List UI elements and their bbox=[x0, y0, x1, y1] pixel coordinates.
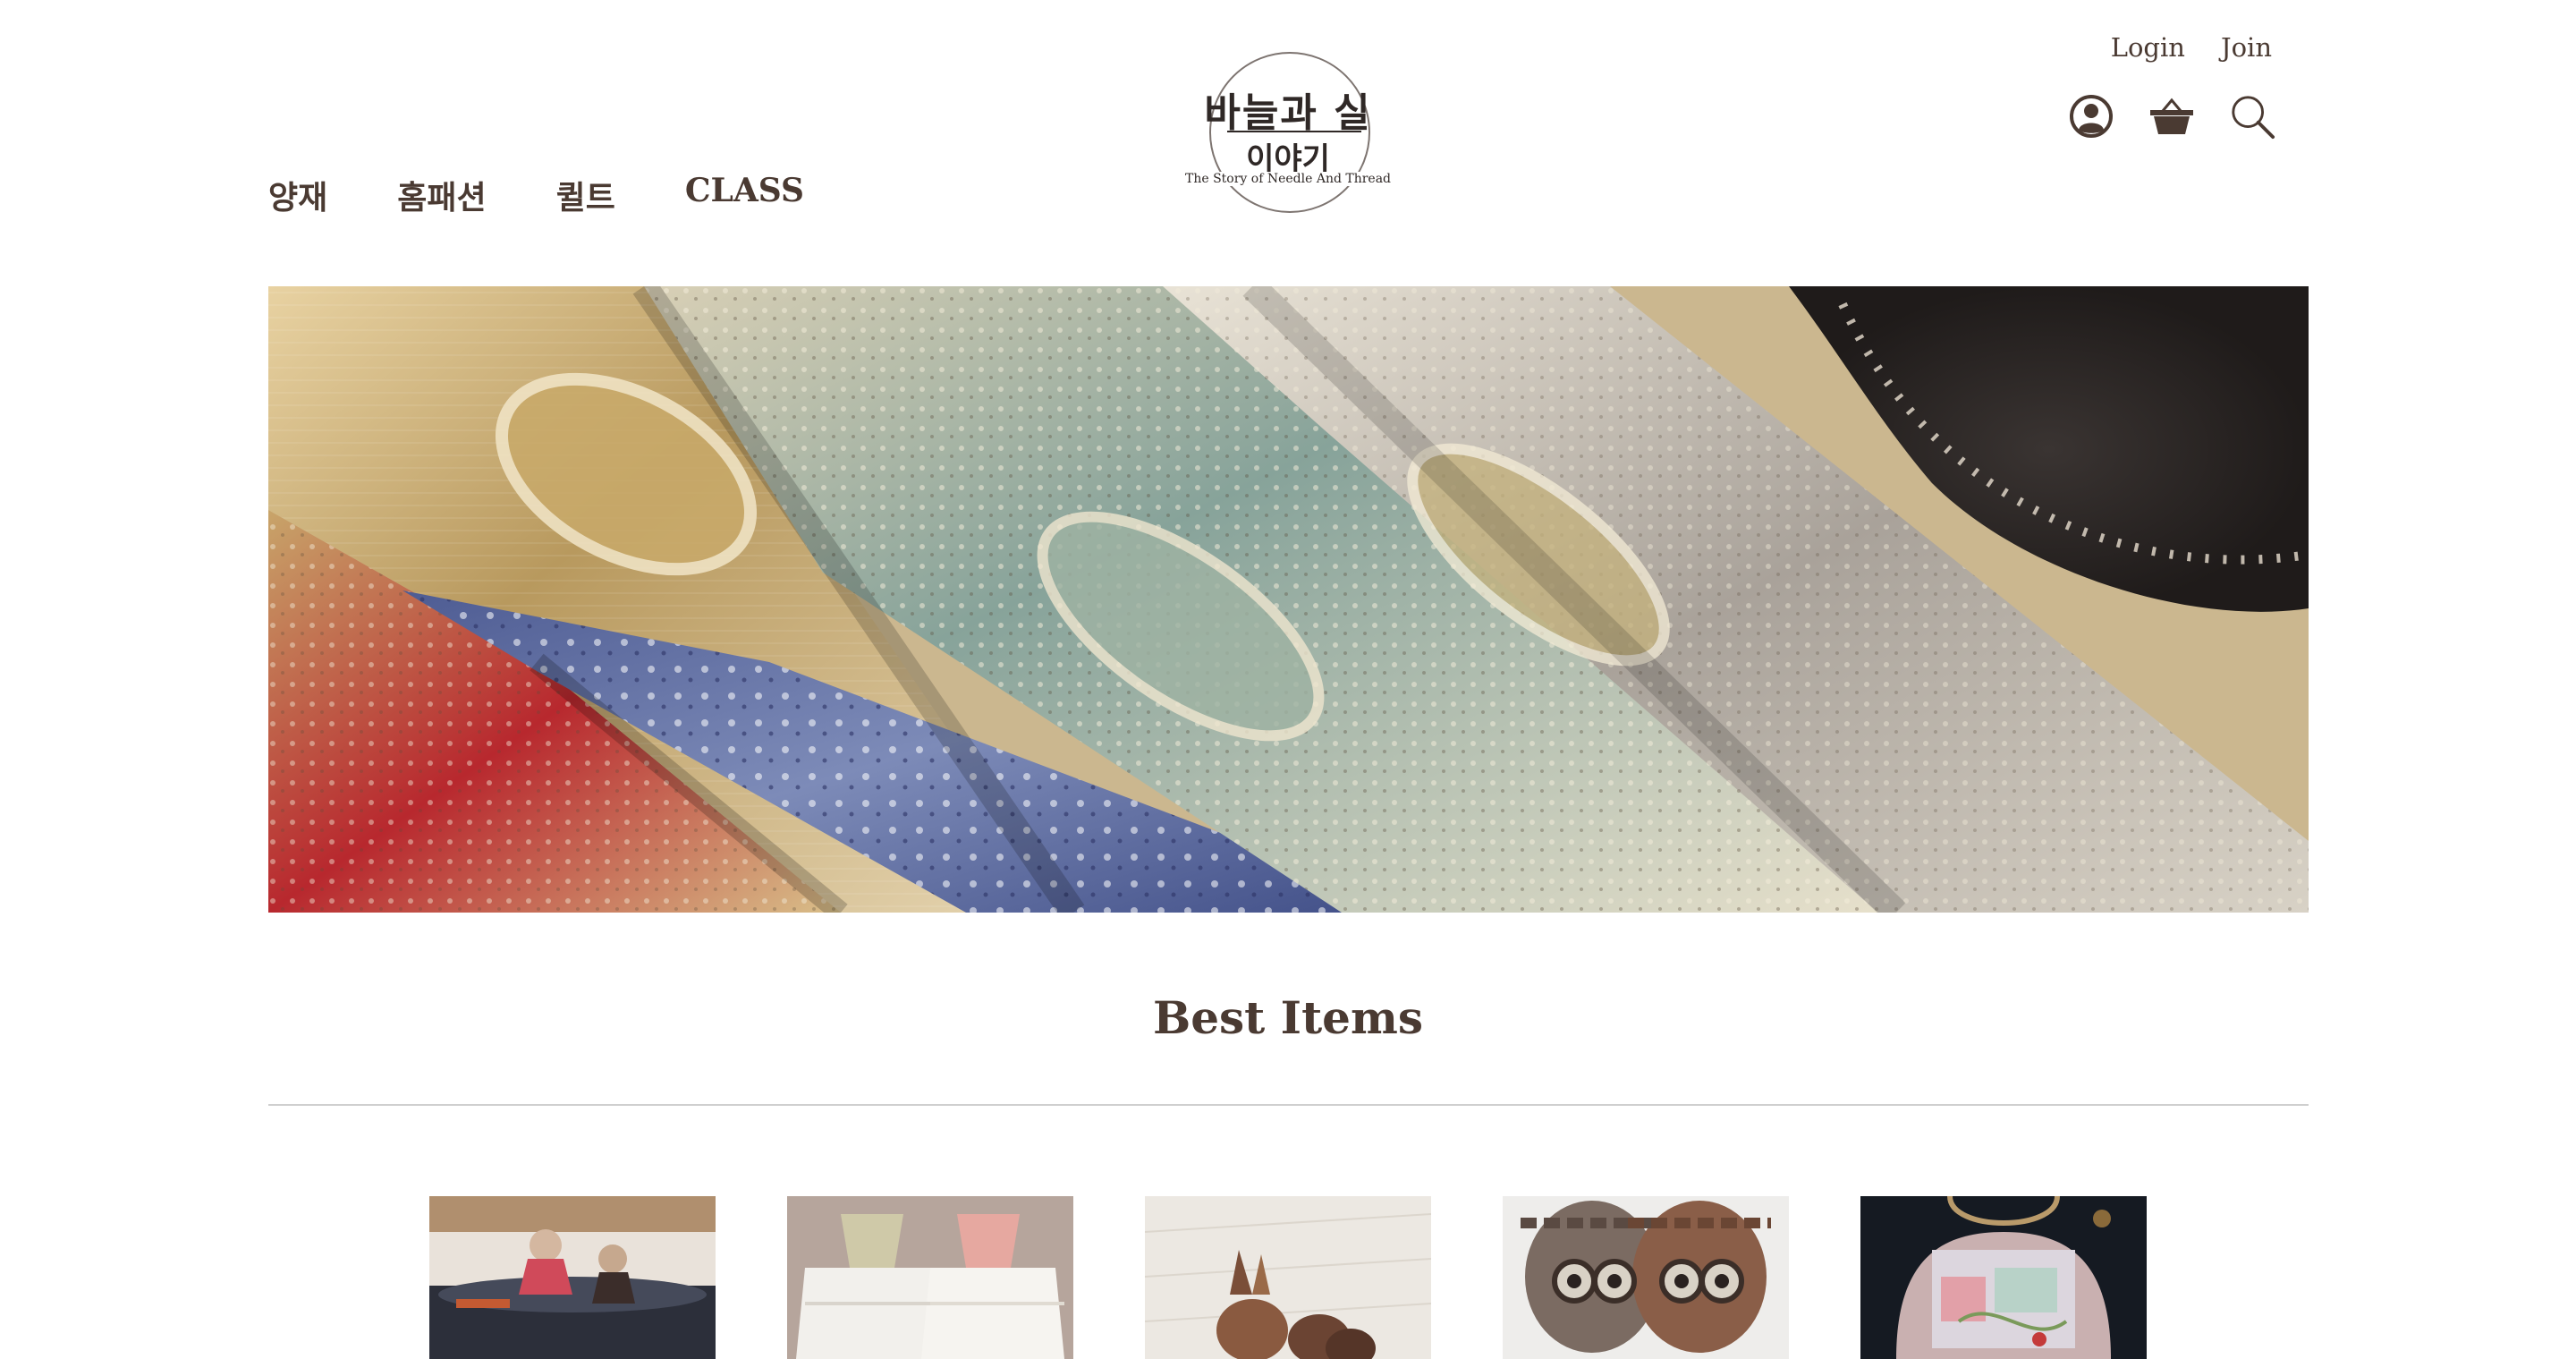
main-nav: 양재 홈패션 퀼트 CLASS bbox=[268, 172, 804, 218]
basket-icon[interactable] bbox=[2148, 93, 2195, 140]
best-items-list bbox=[429, 1196, 2147, 1359]
user-icon[interactable] bbox=[2068, 93, 2114, 140]
site-logo[interactable]: 바늘과 실 이야기 The Story of Needle And Thread bbox=[1181, 48, 1395, 218]
product-thumb-2[interactable] bbox=[787, 1196, 1073, 1359]
best-items-title: Best Items bbox=[1152, 991, 1424, 1044]
account-links: Login Join bbox=[2111, 32, 2272, 63]
login-link[interactable]: Login bbox=[2111, 32, 2185, 63]
nav-item-yangjae[interactable]: 양재 bbox=[268, 172, 327, 218]
logo-main-text: 바늘과 실 bbox=[1204, 90, 1372, 136]
logo-underline bbox=[1227, 131, 1361, 132]
hero-banner[interactable] bbox=[268, 286, 2309, 913]
header-icons bbox=[2068, 93, 2275, 140]
nav-item-quilt[interactable]: 퀼트 bbox=[556, 172, 615, 218]
page: Login Join 바늘과 실 이야기 The Story of Needle… bbox=[0, 0, 2576, 1359]
fabric-animals-image bbox=[1145, 1196, 1431, 1359]
logo-tagline: The Story of Needle And Thread bbox=[1181, 172, 1395, 186]
product-thumb-3[interactable] bbox=[1145, 1196, 1431, 1359]
join-link[interactable]: Join bbox=[2221, 32, 2272, 63]
quilt-bag-image bbox=[1860, 1196, 2147, 1359]
product-thumb-5[interactable] bbox=[1860, 1196, 2147, 1359]
owl-coasters-image bbox=[1503, 1196, 1789, 1359]
doll-dresses-image bbox=[787, 1196, 1073, 1359]
doll-pencil-case-image bbox=[429, 1196, 716, 1359]
search-icon[interactable] bbox=[2229, 93, 2275, 140]
product-thumb-1[interactable] bbox=[429, 1196, 716, 1359]
section-divider bbox=[268, 1104, 2309, 1106]
product-thumb-4[interactable] bbox=[1503, 1196, 1789, 1359]
fabric-banner-image bbox=[268, 286, 2309, 913]
nav-item-home-fashion[interactable]: 홈패션 bbox=[397, 172, 486, 218]
nav-item-class[interactable]: CLASS bbox=[685, 172, 804, 218]
